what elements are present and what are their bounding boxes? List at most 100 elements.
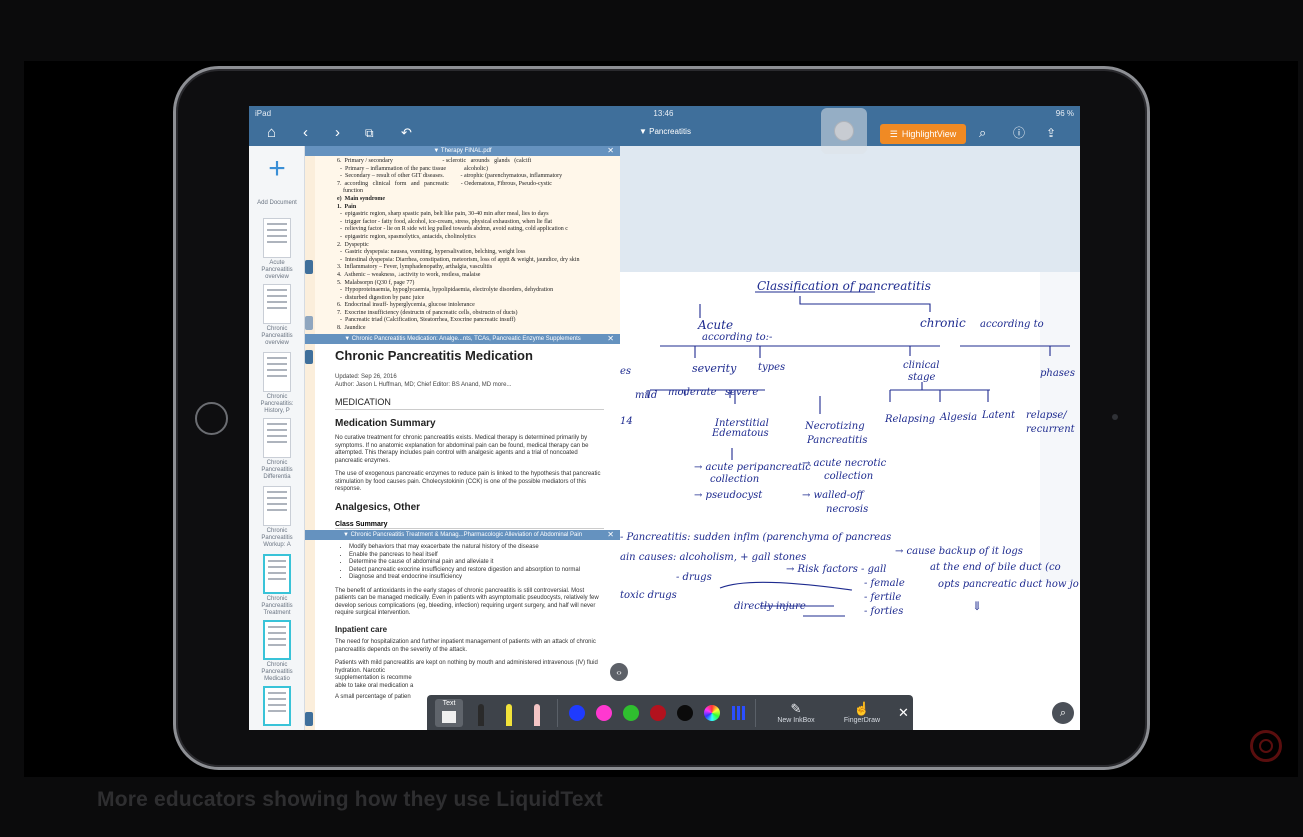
scroll-handle[interactable] [305,316,313,330]
note-forties: - forties [864,606,903,617]
video-caption: More educators showing how they use Liqu… [97,788,603,811]
excerpt-header-medication[interactable]: ▼ Chronic Pancreatitis Medication: Analg… [305,334,620,344]
color-picker-icon[interactable] [704,704,720,721]
workspace-canvas[interactable]: Classification of pancreatitis Acute acc… [620,146,1080,730]
excerpt-therapy[interactable]: 6. Primary / secondary - sclerotic aroun… [315,156,620,334]
highlight-view-button[interactable]: ☰ HighlightView [880,124,966,144]
note-risk: → Risk factors - gall [786,564,886,575]
zoom-icon[interactable]: ⌕ [1052,702,1074,724]
color-swatch-green[interactable] [623,704,639,721]
doc-thumb-8[interactable] [255,686,299,730]
note-severity: severity [692,362,737,375]
document-title[interactable]: ▼ Pancreatitis [639,127,691,136]
scroll-handle[interactable] [305,260,313,274]
doc-thumb-5[interactable]: Chronic Pancreatitis Workup: A [255,486,299,548]
home-icon[interactable]: ⌂ [267,124,276,142]
doc-thumb-2[interactable]: Chronic Pancreatitis overview [255,284,299,346]
list-item: Diagnose and treat endocrine insufficien… [349,574,604,582]
new-inkbox-label: New InkBox [777,717,815,724]
home-button[interactable] [195,402,228,435]
list-item: Modify behaviors that may exacerbate the… [349,544,604,552]
list-item: Enable the pancreas to heal itself [349,552,604,560]
add-document-button[interactable]: + Add Document [249,152,305,206]
doc-thumb-1[interactable]: Acute Pancreatitis overview [255,218,299,280]
eraser-tool[interactable] [527,698,547,728]
excerpt-line: 2. Dyspeptic [337,241,369,248]
note-phases: phases [1040,368,1075,379]
help-icon[interactable]: ⓘ [1013,124,1025,142]
excerpt-line: 3. Inflammatory – Fever, lymphadenopathy… [337,264,493,271]
excerpt-line: - Gastric dyspepsia: nausea, vomiting, h… [337,249,526,256]
note-arrow: ⇓ [972,599,982,613]
excerpt-line: - epigastric region, spasmolytics, antac… [337,233,476,240]
note-mild: mild [635,390,657,401]
divider [755,698,756,727]
note-acute: Acute [697,318,733,332]
color-swatch-red[interactable] [650,704,666,721]
color-swatch-black[interactable] [677,704,693,721]
note-acute-peri: → acute peripancreatic [694,462,811,473]
screen-record-button[interactable] [821,108,867,154]
color-swatch-pink[interactable] [596,704,612,721]
page-thumbnail [263,486,291,526]
search-icon[interactable]: ⌕ [979,124,986,142]
finger-draw-label: FingerDraw [843,717,881,724]
note-pseudocyst: → pseudocyst [694,490,763,501]
inkbox-icon: ✎ [790,701,802,716]
back-icon[interactable]: ‹ [303,124,308,142]
finger-draw-icon: ☝ [853,701,871,716]
note-algesia: Algesia [939,412,977,423]
color-swatch-blue[interactable] [569,704,585,721]
excerpt-line: e) Main syndrome [337,195,386,202]
page-thumbnail [263,352,291,392]
excerpt-header-therapy[interactable]: ▼ Therapy FINAL.pdf ✕ [305,146,620,156]
share-icon[interactable]: ⇪ [1046,124,1056,142]
note-end: at the end of bile duct (co [930,562,1061,573]
text-tool[interactable]: Text [435,698,463,727]
close-icon[interactable]: ✕ [607,530,614,540]
excerpt-line: - epigastric region, sharp spastic pain,… [337,211,549,218]
page-thumbnail [263,218,291,258]
analgesics-heading: Analgesics, Other [335,501,421,513]
stroke-width-icon[interactable] [732,705,745,720]
doc-label: Chronic Pancreatitis Differentia [261,460,293,480]
handwritten-notes: Classification of pancreatitis Acute acc… [620,146,1080,617]
paragraph: The need for hospitalization and further… [335,639,596,653]
excerpt-line: 4. Asthenic – weakness, ↓activity to wor… [337,271,481,278]
doc-thumb-6[interactable]: Chronic Pancreatitis Treatment [255,554,299,616]
close-icon[interactable]: ✕ [898,705,909,721]
list-item: Determine the cause of abdominal pain an… [349,559,604,567]
new-inkbox-button[interactable]: ✎ New InkBox [770,701,822,724]
close-icon[interactable]: ✕ [607,334,614,344]
note-moderate: moderate [668,387,717,398]
doc-thumb-4[interactable]: Chronic Pancreatitis Differentia [255,418,299,480]
close-icon[interactable]: ✕ [607,146,614,156]
note-definition: - Pancreatitis: sudden inflm (parenchyma… [620,532,891,543]
copy-icon[interactable]: ⧉ [365,124,374,142]
undo-icon[interactable]: ↶ [401,124,412,142]
collapse-pane-button[interactable]: ‹› [610,663,628,681]
note-relapsing: Relapsing [884,414,935,425]
note-es: es [620,366,631,377]
highlighter-tool[interactable] [499,698,519,728]
forward-icon[interactable]: › [335,124,340,142]
chat-icon[interactable] [1250,730,1282,762]
battery-level: 96 % [1055,108,1074,118]
status-bar: iPad 13:46 96 % [249,106,1080,120]
note-necrosis: necrosis [826,504,868,515]
finger-draw-button[interactable]: ☝ FingerDraw [836,701,888,724]
pen-tool[interactable] [471,698,491,728]
class-summary-heading: Class Summary [335,521,604,529]
excerpt-medication[interactable]: Chronic Pancreatitis Medication Updated:… [315,344,620,530]
doc-thumb-3[interactable]: Chronic Pancreatitis: History, P [255,352,299,414]
excerpt-line: - Secondary – result of other GIT diseas… [337,173,563,180]
inpatient-heading: Inpatient care [335,624,388,634]
highlight-view-label: HighlightView [901,129,957,139]
doc-label: Acute Pancreatitis overview [261,260,293,280]
doc-thumb-7[interactable]: Chronic Pancreatitis Medicatio [255,620,299,682]
ipad-screen: iPad 13:46 96 % ⌂ ‹ › ⧉ ↶ ▼ Pancreatitis… [249,106,1080,730]
scroll-handle[interactable] [305,350,313,364]
excerpt-header-treatment[interactable]: ▼ Chronic Pancreatitis Treatment & Manag… [305,530,620,540]
note-title: Classification of pancreatitis [757,279,931,293]
scroll-handle[interactable] [305,712,313,726]
